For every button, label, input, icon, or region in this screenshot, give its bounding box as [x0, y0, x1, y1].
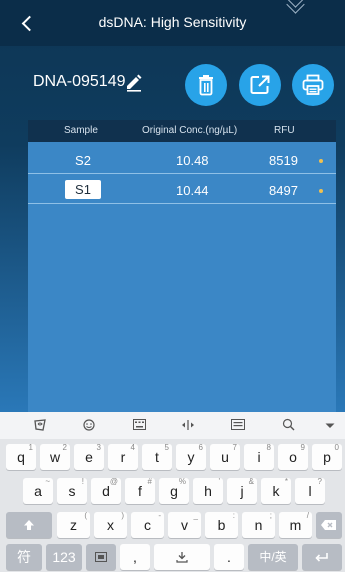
- sample-id: DNA-095149: [33, 73, 126, 90]
- backspace-icon: [321, 520, 336, 530]
- backspace-key[interactable]: [316, 512, 342, 538]
- key-s[interactable]: s!: [57, 477, 87, 504]
- table-header: Sample Original Conc.(ng/µL) RFU: [28, 120, 336, 142]
- key-j[interactable]: j &: [227, 477, 257, 504]
- status-dot: [319, 159, 323, 163]
- symbols-key[interactable]: 符: [6, 544, 42, 570]
- key-d[interactable]: d @: [91, 477, 121, 504]
- key-u[interactable]: u7: [210, 443, 240, 470]
- keyboard-toolbar: [0, 412, 345, 439]
- title-bar: dsDNA: High Sensitivity: [0, 0, 345, 46]
- rfu-cell: 8497: [269, 183, 298, 198]
- key-n[interactable]: n;: [242, 511, 275, 538]
- key-p[interactable]: p0: [312, 443, 342, 470]
- hide-keyboard-icon[interactable]: [325, 423, 335, 429]
- key-b[interactable]: b:: [205, 511, 238, 538]
- key-f[interactable]: f #: [125, 477, 155, 504]
- sample-cell: S1: [65, 180, 101, 199]
- key-i[interactable]: i8: [244, 443, 274, 470]
- status-dot: [319, 189, 323, 193]
- key-y[interactable]: y6: [176, 443, 206, 470]
- enter-key[interactable]: [302, 544, 342, 570]
- delete-button[interactable]: [185, 64, 227, 106]
- print-button[interactable]: [292, 64, 334, 106]
- results-table: Sample Original Conc.(ng/µL) RFU S2 10.4…: [28, 120, 336, 412]
- key-h[interactable]: h ': [193, 477, 223, 504]
- key-w[interactable]: w2: [40, 443, 70, 470]
- key-k[interactable]: k *: [261, 477, 291, 504]
- shift-icon: [24, 520, 34, 530]
- key-v[interactable]: v _: [168, 511, 201, 538]
- comma-key[interactable]: ,: [120, 544, 150, 570]
- search-icon[interactable]: [282, 418, 295, 431]
- key-l[interactable]: l?: [295, 477, 325, 504]
- conc-cell: 10.48: [176, 153, 209, 168]
- key-g[interactable]: g%: [159, 477, 189, 504]
- ime-logo-icon[interactable]: [33, 418, 47, 432]
- trash-icon: [199, 75, 213, 96]
- key-x[interactable]: x): [94, 511, 127, 538]
- emoji-icon[interactable]: [83, 419, 95, 431]
- printer-icon: [302, 74, 324, 95]
- sample-id-row: DNA-095149: [0, 56, 345, 106]
- sample-cell: S2: [75, 153, 91, 168]
- key-t[interactable]: t5: [142, 443, 172, 470]
- rfu-cell: 8519: [269, 153, 298, 168]
- enter-icon: [315, 553, 328, 562]
- col-header-rfu: RFU: [274, 125, 295, 136]
- app-screen: dsDNA: High Sensitivity DNA-095149 Sampl…: [0, 0, 345, 412]
- key-z[interactable]: z(: [57, 511, 90, 538]
- soft-keyboard: q1 w2 e3 r4 t5 y6 u7 i8 o9 p0 a ~ s! d @ f…: [0, 412, 345, 572]
- key-o[interactable]: o9: [278, 443, 308, 470]
- table-row[interactable]: S1 10.44 8497: [28, 177, 336, 204]
- key-q[interactable]: q1: [6, 443, 36, 470]
- key-a[interactable]: a ~: [23, 477, 53, 504]
- space-key[interactable]: [154, 544, 210, 570]
- edit-icon[interactable]: [124, 72, 144, 92]
- cursor-move-icon[interactable]: [181, 419, 195, 431]
- key-e[interactable]: e3: [74, 443, 104, 470]
- col-header-sample: Sample: [64, 125, 98, 136]
- numbers-key[interactable]: 123: [46, 544, 82, 570]
- language-switch-key[interactable]: [86, 544, 116, 570]
- collapse-icon[interactable]: [285, 0, 307, 18]
- period-key[interactable]: .: [214, 544, 244, 570]
- keyboard-layout-icon[interactable]: [133, 419, 146, 430]
- key-m[interactable]: m /: [279, 511, 312, 538]
- key-r[interactable]: r4: [108, 443, 138, 470]
- shift-key[interactable]: [6, 512, 52, 538]
- space-icon: [176, 552, 188, 563]
- chinese-english-toggle[interactable]: 中/英: [248, 544, 298, 570]
- key-c[interactable]: c-: [131, 511, 164, 538]
- export-button[interactable]: [239, 64, 281, 106]
- table-row[interactable]: S2 10.48 8519: [28, 147, 336, 174]
- clipboard-icon[interactable]: [231, 419, 245, 430]
- conc-cell: 10.44: [176, 183, 209, 198]
- col-header-conc: Original Conc.(ng/µL): [142, 125, 238, 136]
- export-icon: [250, 75, 270, 94]
- language-icon: [95, 552, 107, 562]
